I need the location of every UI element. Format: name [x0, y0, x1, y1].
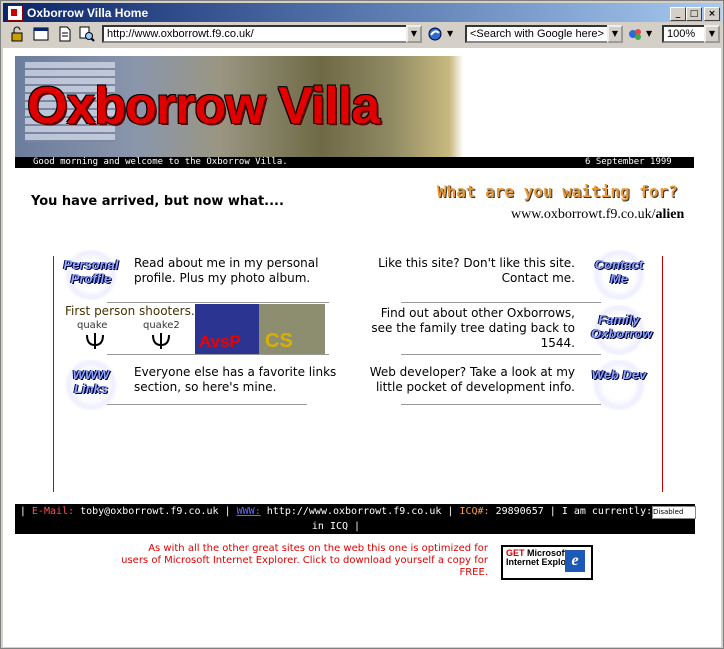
counter-strike-image[interactable]: CS — [259, 304, 325, 354]
browser-app-icon[interactable] — [7, 5, 23, 21]
search-dropdown-icon[interactable]: ▼ — [607, 25, 623, 43]
cs-label: CS — [265, 330, 293, 352]
close-button[interactable]: × — [704, 7, 720, 21]
greeting-text: Good morning and welcome to the Oxborrow… — [33, 157, 288, 167]
webdev-text: Web developer? Take a look at my little … — [369, 365, 575, 394]
ie-download-note[interactable]: As with all the other great sites on the… — [121, 543, 488, 579]
search-engine-icon[interactable] — [627, 26, 643, 42]
icq-status-badge[interactable]: Disabled — [652, 506, 696, 519]
family-oxborrow-link[interactable]: Family Oxborrow — [591, 305, 653, 355]
alien-url[interactable]: www.oxborrowt.f9.co.uk/alien — [511, 207, 684, 223]
avsp-label: AvsP — [199, 332, 241, 351]
contact-text: Like this site? Don't like this site. Co… — [378, 256, 575, 285]
contact-me-link[interactable]: Contact Me — [591, 250, 647, 300]
window-icon[interactable] — [33, 26, 49, 42]
address-bar[interactable]: http://www.oxborrowt.f9.co.uk/ — [102, 25, 420, 43]
go-menu-chevron-icon[interactable]: ▼ — [447, 26, 463, 42]
page-content: Oxborrow Villa Good morning and welcome … — [3, 48, 721, 647]
fps-label: First person shooters... — [65, 304, 203, 318]
maximize-button[interactable]: □ — [686, 7, 702, 21]
currently-label: I am currently: — [561, 506, 653, 517]
google-search-input[interactable]: <Search with Google here> — [465, 25, 621, 43]
zoom-dropdown-icon[interactable]: ▼ — [704, 25, 720, 43]
web-dev-link[interactable]: Web Dev — [591, 360, 647, 410]
www-links-label: WWW Links — [72, 367, 110, 396]
contact-footer-bar: | E-Mail: toby@oxborrowt.f9.co.uk | WWW:… — [15, 504, 695, 534]
www-label[interactable]: WWW: — [237, 506, 261, 517]
get-ie-badge[interactable]: GET Microsoft Internet Explorer e — [501, 545, 593, 580]
links-text: Everyone else has a favorite links secti… — [134, 365, 337, 394]
toolbar: http://www.oxborrowt.f9.co.uk/ ▼ ▼ <Sear… — [3, 23, 721, 47]
icq-status: in ICQ — [311, 521, 349, 532]
window-title: Oxborrow Villa Home — [27, 6, 149, 20]
personal-profile-label: Personal Profile — [63, 257, 119, 286]
date-text: 6 September 1999 — [585, 157, 672, 167]
personal-profile-text: Read about me in my personal profile. Pl… — [134, 256, 319, 285]
title-bar[interactable]: Oxborrow Villa Home _ □ × — [3, 3, 721, 22]
ie-logo-icon: e — [565, 550, 585, 572]
www-links-link[interactable]: WWW Links — [63, 360, 119, 410]
disabled-label: Disabled — [653, 508, 684, 516]
minimize-button[interactable]: _ — [670, 7, 686, 21]
www-url[interactable]: http://www.oxborrowt.f9.co.uk — [267, 506, 442, 517]
icq-label: ICQ#: — [459, 506, 490, 517]
url-suffix: alien — [655, 207, 685, 222]
quake-label[interactable]: quake — [77, 320, 107, 331]
avsp-game-image[interactable]: AvsP — [195, 304, 259, 354]
quake2-logo-icon[interactable] — [149, 331, 173, 351]
waiting-heading: What are you waiting for? — [437, 182, 678, 201]
footer-line: | E-Mail: toby@oxborrowt.f9.co.uk | WWW:… — [19, 506, 653, 532]
divider — [107, 404, 307, 405]
go-icon[interactable] — [427, 26, 443, 42]
personal-profile-link[interactable]: Personal Profile — [63, 250, 119, 300]
browser-window: Oxborrow Villa Home _ □ × http://www.oxb… — [0, 0, 724, 649]
find-icon[interactable] — [79, 26, 95, 42]
divider — [401, 404, 601, 405]
contact-me-label: Contact Me — [594, 257, 644, 286]
family-text: Find out about other Oxborrows, see the … — [371, 306, 575, 350]
divider — [401, 354, 601, 355]
greeting-bar: Good morning and welcome to the Oxborrow… — [15, 157, 694, 168]
email-label: E-Mail: — [31, 506, 75, 517]
search-menu-chevron-icon[interactable]: ▼ — [646, 26, 662, 42]
banner-image: Oxborrow Villa — [15, 56, 694, 157]
email-link[interactable]: toby@oxborrowt.f9.co.uk — [80, 506, 218, 517]
url-prefix: www.oxborrowt.f9.co.uk/ — [511, 207, 656, 222]
web-dev-label: Web Dev — [591, 367, 647, 382]
address-dropdown-icon[interactable]: ▼ — [406, 25, 422, 43]
fps-image-strip[interactable]: First person shooters... quake quake2 Av… — [63, 302, 328, 354]
divider — [107, 354, 329, 355]
site-logo: Oxborrow Villa — [27, 77, 380, 135]
page-icon[interactable] — [57, 26, 73, 42]
arrived-heading: You have arrived, but now what.... — [31, 194, 284, 209]
family-oxborrow-label: Family Oxborrow — [591, 312, 653, 341]
quake-logo-icon[interactable] — [83, 331, 107, 351]
quake2-label[interactable]: quake2 — [143, 320, 180, 331]
divider — [401, 302, 601, 303]
icq-number: 29890657 — [495, 506, 544, 517]
lock-icon[interactable] — [9, 26, 25, 42]
